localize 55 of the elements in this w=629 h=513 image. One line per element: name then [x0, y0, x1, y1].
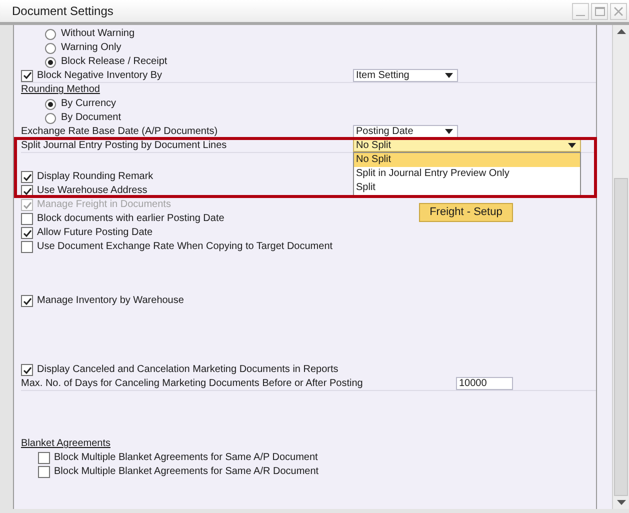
caret-icon [568, 143, 576, 148]
checkbox-label: Manage Freight in Documents [37, 199, 171, 211]
checkbox-label: Display Rounding Remark [37, 171, 154, 183]
checkbox-label: Block Multiple Blanket Agreements for Same A/P Document [54, 452, 318, 464]
radio-button[interactable] [45, 112, 56, 124]
checkbox[interactable] [21, 364, 33, 376]
section-heading: Blanket Agreements [21, 438, 110, 450]
radio-label: Block Release / Receipt [61, 56, 168, 68]
dropdown-option[interactable]: No Split [354, 153, 580, 167]
checkbox-label: Manage Inventory by Warehouse [37, 295, 184, 307]
checkbox[interactable] [38, 466, 50, 478]
checkbox[interactable] [21, 70, 33, 82]
setting-label: Exchange Rate Base Date (A/P Documents) [21, 126, 219, 138]
check-icon [22, 296, 32, 306]
setting-label: Max. No. of Days for Canceling Marketing Documents Before or After Posting [21, 378, 364, 390]
check-icon [22, 228, 32, 238]
section-heading: Rounding Method [21, 84, 100, 96]
checkbox-label: Block Multiple Blanket Agreements for Same A/R Document [54, 466, 319, 478]
checkbox[interactable] [21, 171, 33, 183]
dropdown[interactable]: No Split [353, 139, 581, 152]
checkbox-label: Block Negative Inventory By [37, 70, 162, 82]
input-field[interactable]: 10000 [456, 377, 513, 390]
radio-label: By Document [61, 112, 122, 124]
radio-label: Without Warning [61, 28, 135, 40]
window-title: Document Settings [12, 5, 114, 17]
radio-button[interactable] [45, 42, 56, 54]
setting-label: Split Journal Entry Posting by Document Lines [21, 140, 228, 152]
checkbox-label: Block documents with earlier Posting Date [37, 213, 224, 225]
radio-button[interactable] [45, 98, 56, 110]
radio-label: Warning Only [61, 42, 122, 54]
checkbox-label: Allow Future Posting Date [37, 227, 153, 239]
check-icon [22, 71, 32, 80]
dropdown-value: No Split [356, 140, 392, 150]
dropdown[interactable]: Posting Date [353, 125, 458, 138]
check-icon [22, 366, 32, 374]
scroll-up-icon[interactable] [616, 29, 626, 34]
scroll-down-icon[interactable] [616, 500, 626, 505]
radio-button[interactable] [45, 28, 56, 40]
scrollbar[interactable] [612, 25, 629, 509]
dropdown[interactable]: Item Setting [353, 69, 458, 82]
caret-icon [445, 73, 453, 78]
caret-icon [445, 129, 453, 134]
checkbox-label: Display Canceled and Cancelation Marketing Documents in Reports [37, 364, 338, 376]
dropdown-value: Posting Date [356, 126, 414, 136]
checkbox-label: Use Warehouse Address [37, 185, 148, 197]
checkbox[interactable] [21, 213, 33, 225]
checkbox[interactable] [21, 295, 33, 307]
checkbox-label: Use Document Exchange Rate When Copying to Target Document [37, 241, 333, 253]
checkbox[interactable] [21, 241, 33, 253]
radio-button[interactable] [45, 56, 56, 68]
checkbox[interactable] [38, 452, 50, 464]
checkbox[interactable] [21, 227, 33, 239]
radio-label: By Currency [61, 98, 116, 110]
dropdown-value: Item Setting [356, 70, 410, 80]
scroll-thumb[interactable] [614, 178, 628, 496]
